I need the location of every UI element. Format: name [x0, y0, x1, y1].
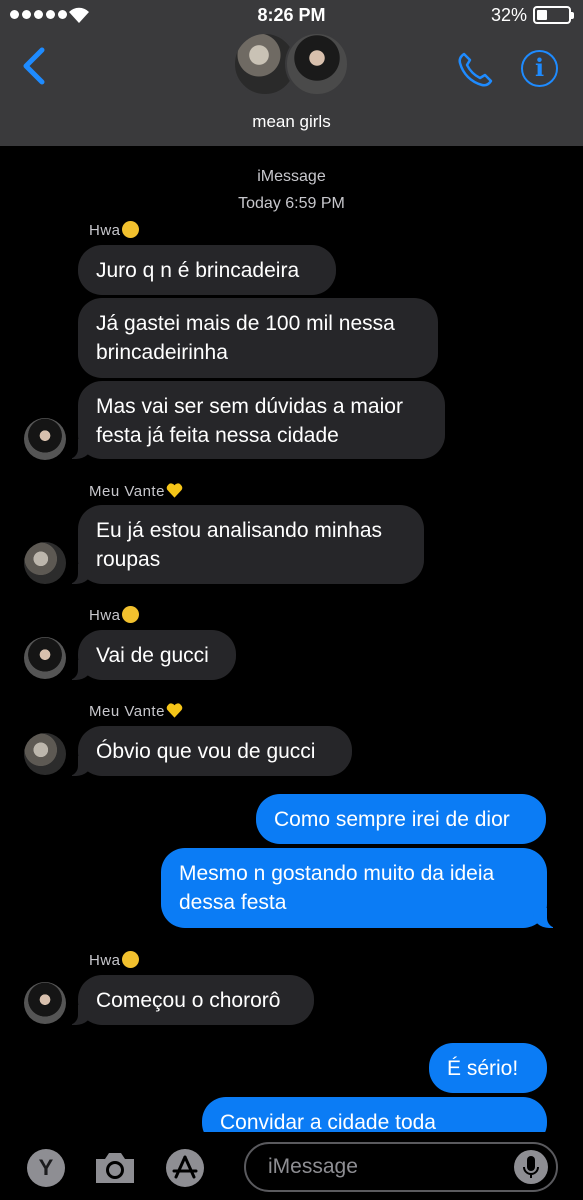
phone-icon[interactable]: [455, 50, 495, 90]
yellow-heart-icon: [166, 703, 183, 718]
compose-bar: Y iMessage: [0, 1132, 583, 1200]
avatar[interactable]: [24, 733, 66, 775]
app-drawer-icon[interactable]: Y: [27, 1149, 65, 1187]
money-mouth-emoji-icon: [121, 606, 139, 623]
message-bubble[interactable]: Óbvio que vou de gucci: [66, 726, 352, 776]
avatar[interactable]: [24, 418, 66, 460]
message-bubble[interactable]: Já gastei mais de 100 mil nessa brincadei…: [78, 298, 438, 378]
conversation-header: 8:26 PM 32% mean girls i: [0, 0, 583, 146]
info-icon[interactable]: i: [521, 50, 558, 87]
message-bubble[interactable]: Juro q n é brincadeira: [78, 245, 336, 295]
message-bubble[interactable]: Eu já estou analisando minhas roupas: [66, 505, 424, 584]
message-input-placeholder: iMessage: [268, 1155, 358, 1178]
group-avatars[interactable]: [233, 32, 353, 98]
sender-name: Hwa: [89, 951, 139, 969]
avatar[interactable]: [24, 982, 66, 1024]
message-bubble[interactable]: Mas vai ser sem dúvidas a maior festa já …: [66, 381, 445, 459]
sender-name: Meu Vante: [89, 702, 183, 720]
message-bubble[interactable]: Vai de gucci: [66, 630, 236, 680]
sender-name: Hwa: [89, 606, 139, 624]
battery-icon: [533, 6, 574, 24]
message-bubble[interactable]: É sério!: [429, 1043, 547, 1093]
status-bar: 8:26 PM 32%: [0, 0, 583, 30]
microphone-icon[interactable]: [514, 1150, 548, 1184]
service-label: iMessage: [257, 168, 326, 185]
avatar[interactable]: [24, 637, 66, 679]
money-mouth-emoji-icon: [121, 951, 139, 968]
message-timestamp: Today 6:59 PM: [238, 195, 345, 212]
message-bubble[interactable]: Mesmo n gostando muito da ideia dessa fes…: [161, 848, 559, 928]
message-bubble[interactable]: Começou o chororô: [66, 975, 314, 1025]
sender-name: Hwa: [89, 221, 139, 239]
avatar[interactable]: [24, 542, 66, 584]
app-store-icon[interactable]: [164, 1147, 206, 1189]
camera-icon[interactable]: [92, 1149, 138, 1187]
group-name[interactable]: mean girls: [0, 112, 583, 132]
battery-percentage: 32%: [490, 5, 527, 25]
back-chevron-icon[interactable]: [20, 46, 46, 86]
money-mouth-emoji-icon: [121, 221, 139, 238]
avatar: [285, 32, 349, 96]
sender-name: Meu Vante: [89, 482, 183, 500]
message-input[interactable]: iMessage: [244, 1142, 558, 1192]
message-bubble[interactable]: Como sempre irei de dior: [256, 794, 546, 844]
yellow-heart-icon: [166, 483, 183, 498]
